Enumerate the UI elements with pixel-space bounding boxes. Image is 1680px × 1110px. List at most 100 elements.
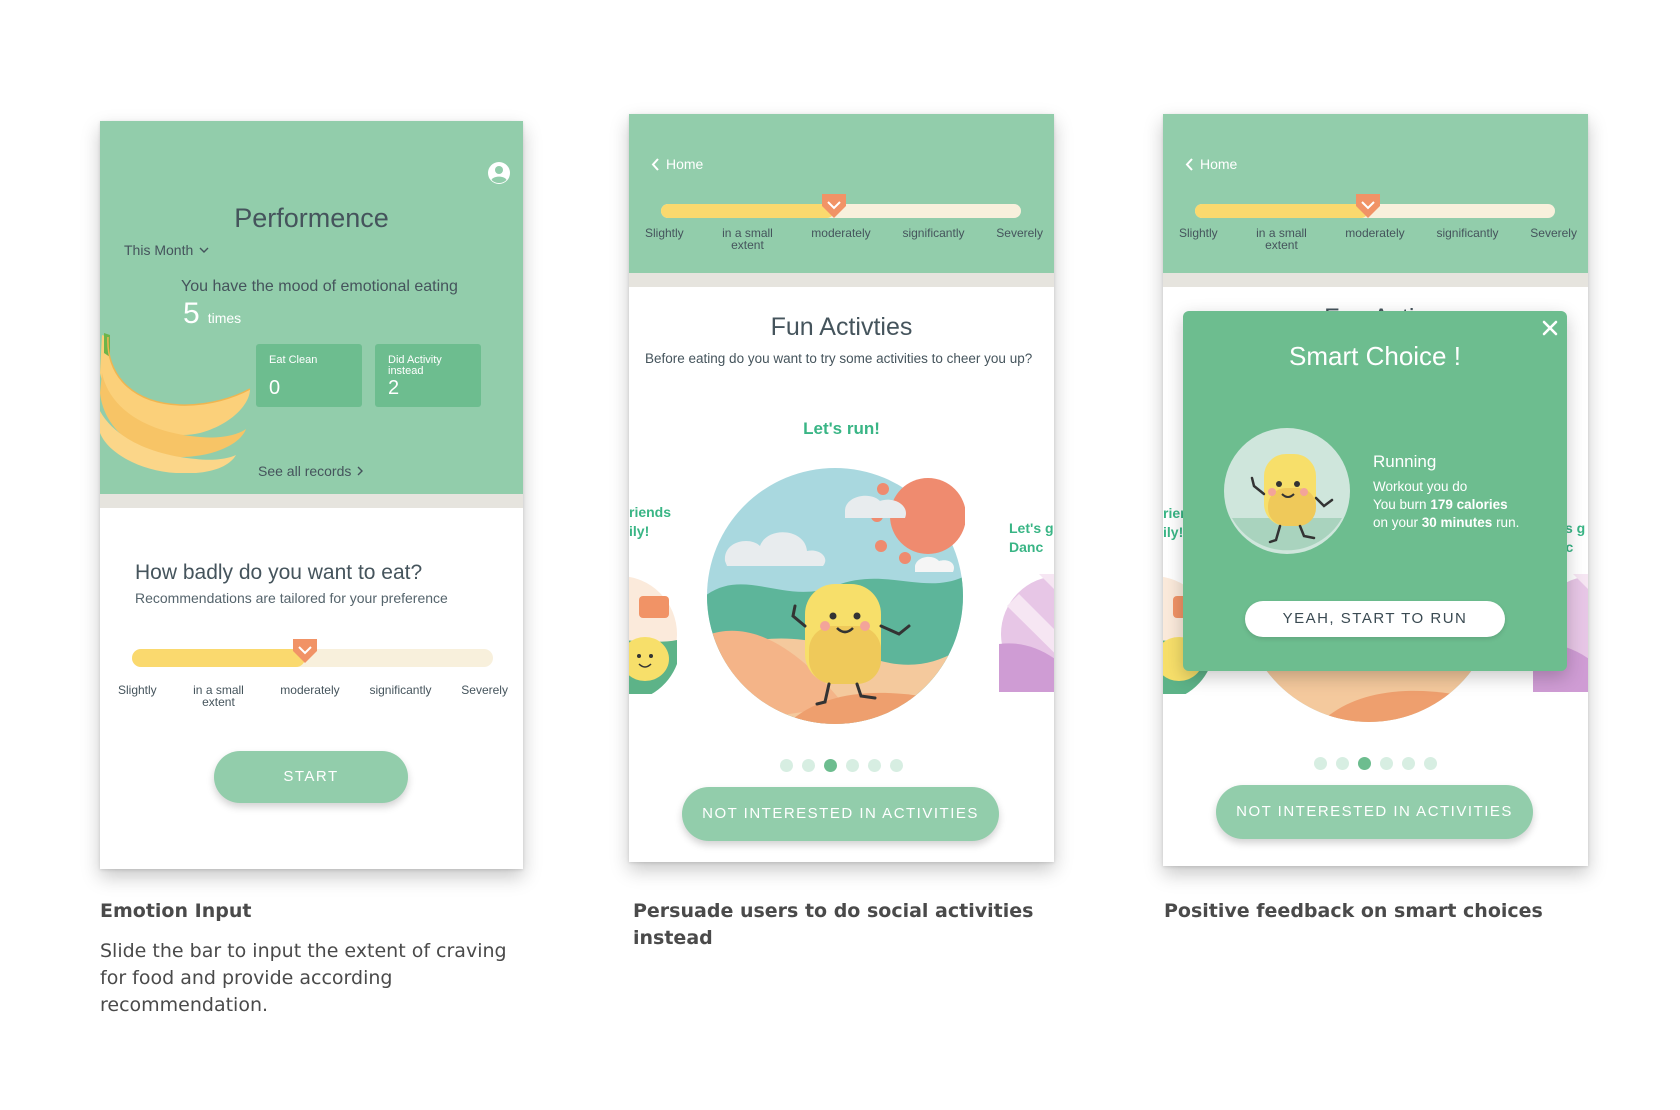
scale-label: Slightly xyxy=(645,226,684,240)
banana-illustration xyxy=(100,333,251,473)
carousel-dot[interactable] xyxy=(1380,757,1393,770)
carousel-dot[interactable] xyxy=(890,759,903,772)
back-label: Home xyxy=(666,156,704,172)
carousel-dot[interactable] xyxy=(868,759,881,772)
home-back-link[interactable]: Home xyxy=(1185,156,1237,172)
next-activity-label: Let's g Danc xyxy=(1009,519,1054,557)
mood-count: 5 times xyxy=(183,297,241,331)
carousel-dot[interactable] xyxy=(1424,757,1437,770)
running-scene-illustration[interactable] xyxy=(705,466,965,726)
performance-header: Performence This Month You have the mood… xyxy=(100,121,523,494)
carousel-dot[interactable] xyxy=(1336,757,1349,770)
scale-label: Slightly xyxy=(118,683,157,697)
modal-title: Smart Choice ! xyxy=(1289,341,1461,371)
count-value: 5 xyxy=(183,297,200,330)
did-activity-card[interactable]: Did Activity instead 2 xyxy=(375,344,481,407)
craving-question: How badly do you want to eat? xyxy=(135,561,423,584)
slider-thumb-icon[interactable] xyxy=(290,637,320,665)
home-back-link[interactable]: Home xyxy=(651,156,703,172)
running-character-icon xyxy=(1224,428,1350,554)
scale-label: in a small extent xyxy=(1256,226,1307,252)
scale-label: significantly xyxy=(1436,226,1499,240)
slider-scale: Slightly in a small extent moderately signi… xyxy=(1179,227,1577,251)
carousel-dot[interactable] xyxy=(802,759,815,772)
page-title: Fun Activties xyxy=(770,313,913,341)
scale-label: significantly xyxy=(902,226,965,240)
chevron-left-icon xyxy=(651,157,659,171)
scale-label: Slightly xyxy=(1179,226,1218,240)
activity-details: Workout you do You burn 179 calories on … xyxy=(1373,478,1519,532)
caption-1-title: Emotion Input xyxy=(100,900,252,922)
period-label: This Month xyxy=(124,242,194,258)
smart-choice-screen: Home Slightly in a small extent moderately… xyxy=(1163,114,1588,866)
scale-label: moderately xyxy=(811,226,871,240)
activity-label: Let's run! xyxy=(803,419,880,438)
back-label: Home xyxy=(1200,156,1238,172)
count-unit: times xyxy=(207,310,242,326)
profile-icon[interactable] xyxy=(487,161,511,185)
scale-label: significantly xyxy=(369,683,432,697)
carousel-dot[interactable] xyxy=(824,759,837,772)
mood-summary: You have the mood of emotional eating xyxy=(181,278,458,295)
scale-label: moderately xyxy=(1345,226,1405,240)
calories-value: 179 calories xyxy=(1430,497,1508,512)
not-interested-button[interactable]: NOT INTERESTED IN ACTIVITIES xyxy=(1216,785,1533,839)
slider-thumb-icon[interactable] xyxy=(819,192,849,220)
carousel-dot[interactable] xyxy=(780,759,793,772)
carousel-dot[interactable] xyxy=(1402,757,1415,770)
see-all-label: See all records xyxy=(258,463,352,479)
did-activity-label: Did Activity instead xyxy=(388,354,442,377)
prev-activity-label: riends ily! xyxy=(629,503,671,541)
page-subtitle: Before eating do you want to try some ac… xyxy=(645,351,1033,366)
scale-label: moderately xyxy=(280,683,340,697)
detail-line-2: You burn 179 calories xyxy=(1373,496,1519,514)
start-button[interactable]: START xyxy=(214,751,408,803)
carousel-dots xyxy=(1163,757,1588,770)
prev-activity-card[interactable] xyxy=(629,574,679,694)
next-activity-text: Let's g Danc xyxy=(1009,520,1054,555)
slider-fill xyxy=(661,204,834,218)
scale-label: in a small extent xyxy=(722,226,773,252)
craving-subtitle: Recommendations are tailored for your pr… xyxy=(135,590,448,606)
close-icon[interactable] xyxy=(1541,319,1559,337)
chevron-left-icon xyxy=(1185,157,1193,171)
scale-label: Severely xyxy=(461,683,508,697)
slider-header: Home Slightly in a small extent moderately… xyxy=(1163,114,1588,273)
smart-choice-modal: Smart Choice ! Running Workout you do Yo… xyxy=(1183,311,1567,671)
did-activity-value: 2 xyxy=(388,377,400,399)
not-interested-button[interactable]: NOT INTERESTED IN ACTIVITIES xyxy=(682,787,999,841)
minutes-value: 30 minutes xyxy=(1421,515,1493,530)
detail-line-3-text: on your xyxy=(1373,515,1422,530)
chevron-down-icon xyxy=(199,247,209,253)
see-all-records-link[interactable]: See all records xyxy=(258,463,364,479)
slider-header: Home Slightly in a small extent moderately… xyxy=(629,114,1054,273)
eat-clean-value: 0 xyxy=(269,377,281,399)
carousel-dot[interactable] xyxy=(846,759,859,772)
detail-line-3-end: run. xyxy=(1492,515,1520,530)
slider-fill xyxy=(1195,204,1368,218)
section-divider xyxy=(1163,273,1588,287)
eat-clean-label: Eat Clean xyxy=(269,354,318,366)
scale-label: in a small extent xyxy=(193,683,244,709)
eat-clean-card[interactable]: Eat Clean 0 xyxy=(256,344,362,407)
start-run-button[interactable]: YEAH, START TO RUN xyxy=(1245,601,1505,637)
period-dropdown[interactable]: This Month xyxy=(124,242,209,258)
carousel-dot[interactable] xyxy=(1314,757,1327,770)
caption-2-title: Persuade users to do social activities i… xyxy=(633,900,1034,949)
craving-slider[interactable] xyxy=(661,194,1021,218)
slider-thumb-icon[interactable] xyxy=(1353,192,1383,220)
detail-line-3: on your 30 minutes run. xyxy=(1373,514,1519,532)
slider-scale: Slightly in a small extent moderately signi… xyxy=(118,684,508,708)
slider-fill xyxy=(132,649,306,667)
craving-slider[interactable] xyxy=(1195,194,1555,218)
prev-activity-text: riends ily! xyxy=(629,504,672,539)
page-title: Performence xyxy=(234,203,389,233)
slider-scale: Slightly in a small extent moderately signi… xyxy=(645,227,1043,251)
carousel-dots xyxy=(629,759,1054,772)
detail-line-2-text: You burn xyxy=(1373,497,1431,512)
detail-line-1: Workout you do xyxy=(1373,479,1468,494)
craving-slider[interactable] xyxy=(132,639,493,667)
carousel-dot[interactable] xyxy=(1358,757,1371,770)
scale-label: Severely xyxy=(1530,226,1577,240)
next-activity-card[interactable] xyxy=(999,574,1054,694)
